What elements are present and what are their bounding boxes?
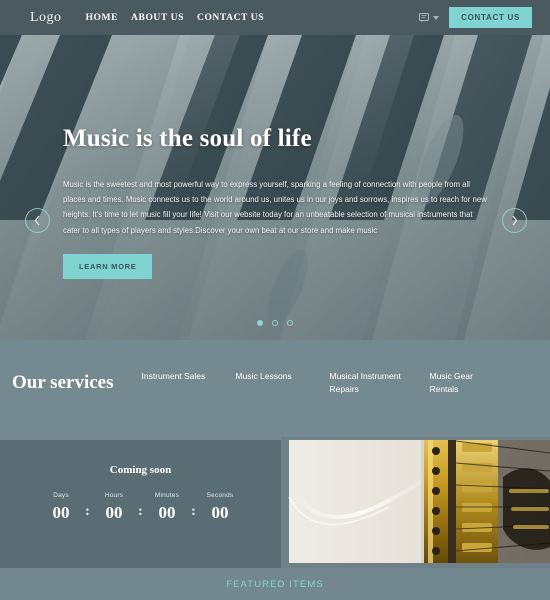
countdown-timer: Days 00 : Hours 00 : Minutes 00 : Second… — [0, 492, 281, 521]
main-navigation: HOME ABOUT US CONTACT US — [86, 13, 265, 23]
language-selector[interactable] — [419, 12, 440, 23]
countdown-value-hours: 00 — [105, 503, 123, 522]
countdown-unit-seconds: Seconds 00 — [199, 492, 242, 521]
carousel-dots — [0, 320, 550, 326]
countdown-label-seconds: Seconds — [206, 492, 234, 499]
countdown-label-days: Days — [53, 492, 69, 499]
nav-item-contact-us[interactable]: CONTACT US — [197, 13, 264, 23]
carousel-dot-2[interactable] — [272, 320, 278, 326]
services-section: Our services Instrument Sales Music Less… — [0, 340, 550, 440]
hero-content: Music is the soul of life Music is the s… — [63, 125, 495, 279]
chat-bubble-icon — [419, 12, 430, 22]
countdown-value-seconds: 00 — [211, 503, 229, 522]
service-item-music-lessons[interactable]: Music Lessons — [236, 370, 308, 396]
hero-paragraph: Music is the sweetest and most powerful … — [63, 180, 487, 235]
chevron-right-icon — [512, 215, 518, 226]
countdown-separator-1: : — [85, 504, 90, 519]
service-item-music-gear-rentals[interactable]: Music Gear Rentals — [430, 370, 502, 396]
countdown-value-days: 00 — [52, 503, 70, 522]
carousel-prev-button[interactable] — [25, 208, 50, 233]
site-header: Logo HOME ABOUT US CONTACT US CONTACT US — [0, 0, 550, 35]
countdown-label-hours: Hours — [104, 492, 124, 499]
featured-items-section: FEATURED ITEMS — [0, 568, 550, 600]
landing-page: Logo HOME ABOUT US CONTACT US CONTACT US — [0, 0, 550, 600]
countdown-heading: Coming soon — [109, 464, 172, 476]
service-item-musical-instrument-repairs[interactable]: Musical Instrument Repairs — [330, 370, 408, 396]
countdown-value-minutes: 00 — [158, 503, 176, 522]
chevron-down-icon — [433, 15, 440, 20]
countdown-separator-3: : — [191, 504, 196, 519]
header-contact-us-button[interactable]: CONTACT US — [449, 7, 532, 28]
electric-guitar-photo — [281, 437, 550, 568]
carousel-dot-3[interactable] — [287, 320, 293, 326]
nav-item-home[interactable]: HOME — [86, 13, 118, 23]
countdown-unit-days: Days 00 — [40, 492, 83, 521]
hero-carousel: Music is the soul of life Music is the s… — [0, 35, 550, 340]
chevron-left-icon — [34, 215, 40, 226]
nav-item-about-us[interactable]: ABOUT US — [131, 13, 184, 23]
hero-title: Music is the soul of life — [63, 125, 312, 152]
carousel-dot-1[interactable] — [257, 320, 263, 326]
services-heading: Our services — [12, 372, 114, 393]
header-actions: CONTACT US — [419, 7, 532, 28]
learn-more-button[interactable]: LEARN MORE — [63, 253, 153, 279]
service-item-instrument-sales[interactable]: Instrument Sales — [142, 370, 214, 396]
countdown-label-minutes: Minutes — [154, 492, 180, 499]
countdown-section: Coming soon Days 00 : Hours 00 : Minutes… — [0, 440, 281, 570]
site-logo[interactable]: Logo — [30, 10, 62, 26]
countdown-separator-2: : — [138, 504, 143, 519]
services-list: Instrument Sales Music Lessons Musical I… — [142, 370, 502, 396]
carousel-next-button[interactable] — [502, 208, 527, 233]
featured-instrument-image — [281, 437, 550, 568]
countdown-unit-hours: Hours 00 — [93, 492, 136, 521]
countdown-unit-minutes: Minutes 00 — [146, 492, 189, 521]
featured-items-title: FEATURED ITEMS — [226, 578, 324, 590]
